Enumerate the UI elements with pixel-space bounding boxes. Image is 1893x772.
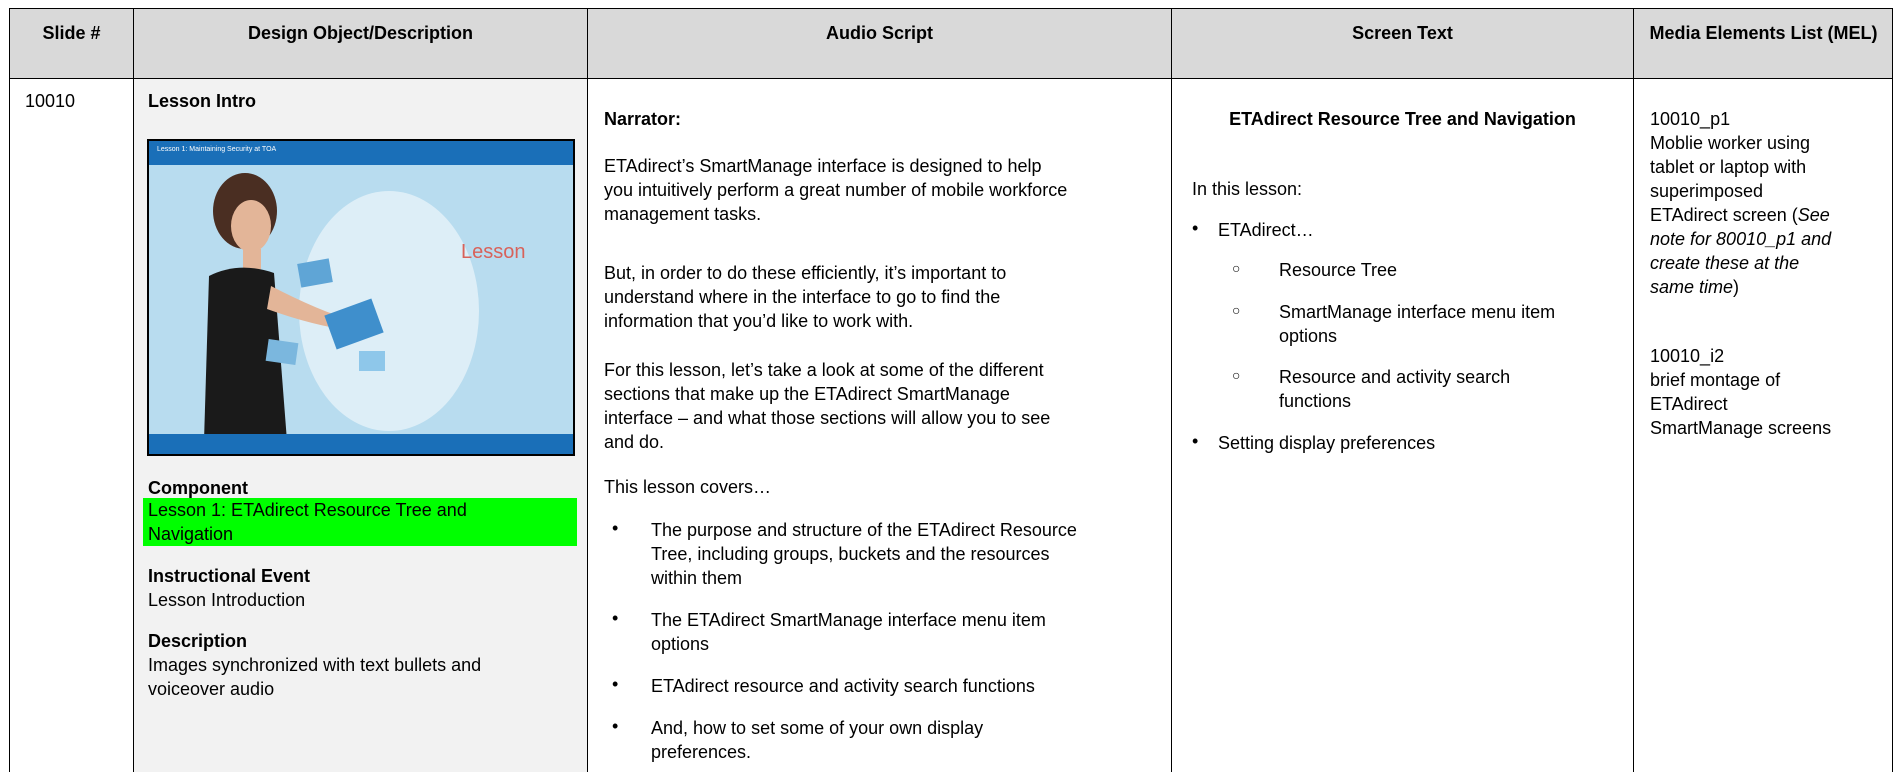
table-top-border (9, 8, 1893, 9)
audio-bullet-2-line: The ETAdirect SmartManage interface menu… (651, 610, 1046, 630)
description-line-2: voiceover audio (148, 679, 275, 699)
description-label: Description (148, 631, 248, 651)
audio-bullet-1-line: Tree, including groups, buckets and the … (651, 544, 1050, 564)
screen-intro: In this lesson: (1192, 179, 1303, 199)
header-design: Design Object/Description (247, 23, 474, 43)
audio-bullet-dot: • (612, 608, 619, 628)
audio-p3-line: For this lesson, let’s take a look at so… (604, 360, 1044, 380)
slide-number: 10010 (25, 91, 76, 111)
audio-bullet-3-line: ETAdirect resource and activity search f… (651, 676, 1035, 696)
screen-sub-2-line: options (1279, 326, 1338, 346)
component-value-line-2: Navigation (148, 524, 234, 544)
mel-item-1-italic: note for 80010_p1 and (1650, 229, 1832, 249)
mel-item-1-plain: ) (1733, 277, 1740, 297)
screen-item-2: Setting display preferences (1218, 433, 1436, 453)
mel-item-1-line: note for 80010_p1 and (1650, 227, 1831, 251)
mel-item-2-line: brief montage of (1650, 370, 1781, 390)
audio-paragraph-1: ETAdirect’s SmartManage interface is des… (604, 154, 1067, 226)
audio-bullet-4-line: preferences. (651, 742, 752, 762)
audio-p1-line: you intuitively perform a great number o… (604, 180, 1068, 200)
audio-bullet-4-line: And, how to set some of your own display (651, 718, 984, 738)
col-divider-2 (587, 9, 588, 772)
screen-sub-bullet: ○ (1232, 302, 1241, 318)
audio-p3-line: sections that make up the ETAdirect Smar… (604, 384, 1010, 404)
mel-item-1-plain: ETAdirect screen ( (1650, 205, 1798, 225)
audio-p2-line: understand where in the interface to go … (604, 287, 1001, 307)
audio-bullet-dot: • (612, 674, 619, 694)
header-bottom-border (9, 78, 1893, 79)
audio-bullet-dot: • (612, 716, 619, 736)
header-slide: Slide # (42, 23, 101, 43)
audio-paragraph-3: For this lesson, let’s take a look at so… (604, 358, 1050, 454)
mel-item-1-italic: same time (1650, 277, 1734, 297)
screen-bullet-dot: • (1192, 218, 1199, 238)
thumbnail-bottom-bar (149, 434, 573, 454)
mel-item-1-line: tablet or laptop with (1650, 157, 1807, 177)
mel-item-1-line: ETAdirect screen (See (1650, 203, 1831, 227)
header-screen: Screen Text (1352, 23, 1453, 43)
instructional-event-value: Lesson Introduction (148, 590, 306, 610)
narrator-label: Narrator: (604, 109, 682, 129)
mel-item-1: 10010_p1 Moblie worker using tablet or l… (1650, 107, 1831, 299)
audio-bullet-3: ETAdirect resource and activity search f… (651, 674, 1035, 698)
mel-item-2-line: ETAdirect (1650, 394, 1728, 414)
lesson-thumbnail: Lesson 1: Maintaining Security at TOA Le… (147, 139, 575, 456)
header-audio: Audio Script (826, 23, 933, 43)
mel-item-1-id: 10010_p1 (1650, 109, 1731, 129)
col-divider-1 (133, 9, 134, 772)
screen-sub-3-line: functions (1279, 391, 1352, 411)
mel-item-1-line: superimposed (1650, 181, 1764, 201)
audio-bullet-1-line: The purpose and structure of the ETAdire… (651, 520, 1077, 540)
audio-p3-line: interface – and what those sections will… (604, 408, 1051, 428)
mel-item-2-id: 10010_i2 (1650, 346, 1725, 366)
screen-bullet-dot: • (1192, 431, 1199, 451)
audio-p1-line: management tasks. (604, 204, 762, 224)
audio-covers-text: This lesson covers… (604, 477, 772, 497)
audio-p2-line: information that you’d like to work with… (604, 311, 914, 331)
header-mel: Media Elements List (MEL) (1649, 23, 1878, 43)
audio-bullet-1: The purpose and structure of the ETAdire… (651, 518, 1077, 590)
woman-with-tablet-image (204, 173, 479, 441)
screen-sub-3: Resource and activity search functions (1279, 365, 1510, 413)
audio-p3-line: and do. (604, 432, 665, 452)
thumbnail-lesson-word: Lesson (461, 241, 526, 263)
audio-bullet-dot: • (612, 518, 619, 538)
col-divider-4 (1633, 9, 1634, 772)
screen-sub-3-line: Resource and activity search (1279, 367, 1511, 387)
screen-sub-1: Resource Tree (1279, 260, 1398, 280)
screen-title: ETAdirect Resource Tree and Navigation (1229, 109, 1576, 129)
screen-sub-2-line: SmartManage interface menu item (1279, 302, 1556, 322)
component-value: Lesson 1: ETAdirect Resource Tree and Na… (143, 498, 577, 546)
audio-bullet-1-line: within them (651, 568, 743, 588)
audio-paragraph-2: But, in order to do these efficiently, i… (604, 261, 1006, 333)
screen-item-1: ETAdirect… (1218, 220, 1314, 240)
mel-item-1-italic: create these at the (1650, 253, 1800, 273)
screen-sub-2: SmartManage interface menu item options (1279, 300, 1555, 348)
component-label: Component (148, 478, 248, 498)
mel-item-1-italic: See (1797, 205, 1830, 225)
mel-item-2-line: SmartManage screens (1650, 418, 1832, 438)
mel-item-1-line: same time) (1650, 275, 1831, 299)
component-value-line-1: Lesson 1: ETAdirect Resource Tree and (148, 500, 467, 520)
audio-p1-line: ETAdirect’s SmartManage interface is des… (604, 156, 1042, 176)
description-line-1: Images synchronized with text bullets an… (148, 655, 482, 675)
mel-item-1-line: Moblie worker using (1650, 133, 1811, 153)
screen-sub-bullet: ○ (1232, 367, 1241, 383)
audio-bullet-2: The ETAdirect SmartManage interface menu… (651, 608, 1046, 656)
audio-bullet-4: And, how to set some of your own display… (651, 716, 983, 764)
description-value: Images synchronized with text bullets an… (148, 653, 481, 701)
instructional-event-label: Instructional Event (148, 566, 311, 586)
table-left-border (9, 9, 10, 772)
design-title: Lesson Intro (148, 91, 257, 111)
mel-item-1-line: create these at the (1650, 251, 1831, 275)
audio-p2-line: But, in order to do these efficiently, i… (604, 263, 1007, 283)
audio-bullet-2-line: options (651, 634, 710, 654)
screen-sub-bullet: ○ (1232, 260, 1241, 276)
mel-item-2: 10010_i2 brief montage of ETAdirect Smar… (1650, 344, 1831, 440)
